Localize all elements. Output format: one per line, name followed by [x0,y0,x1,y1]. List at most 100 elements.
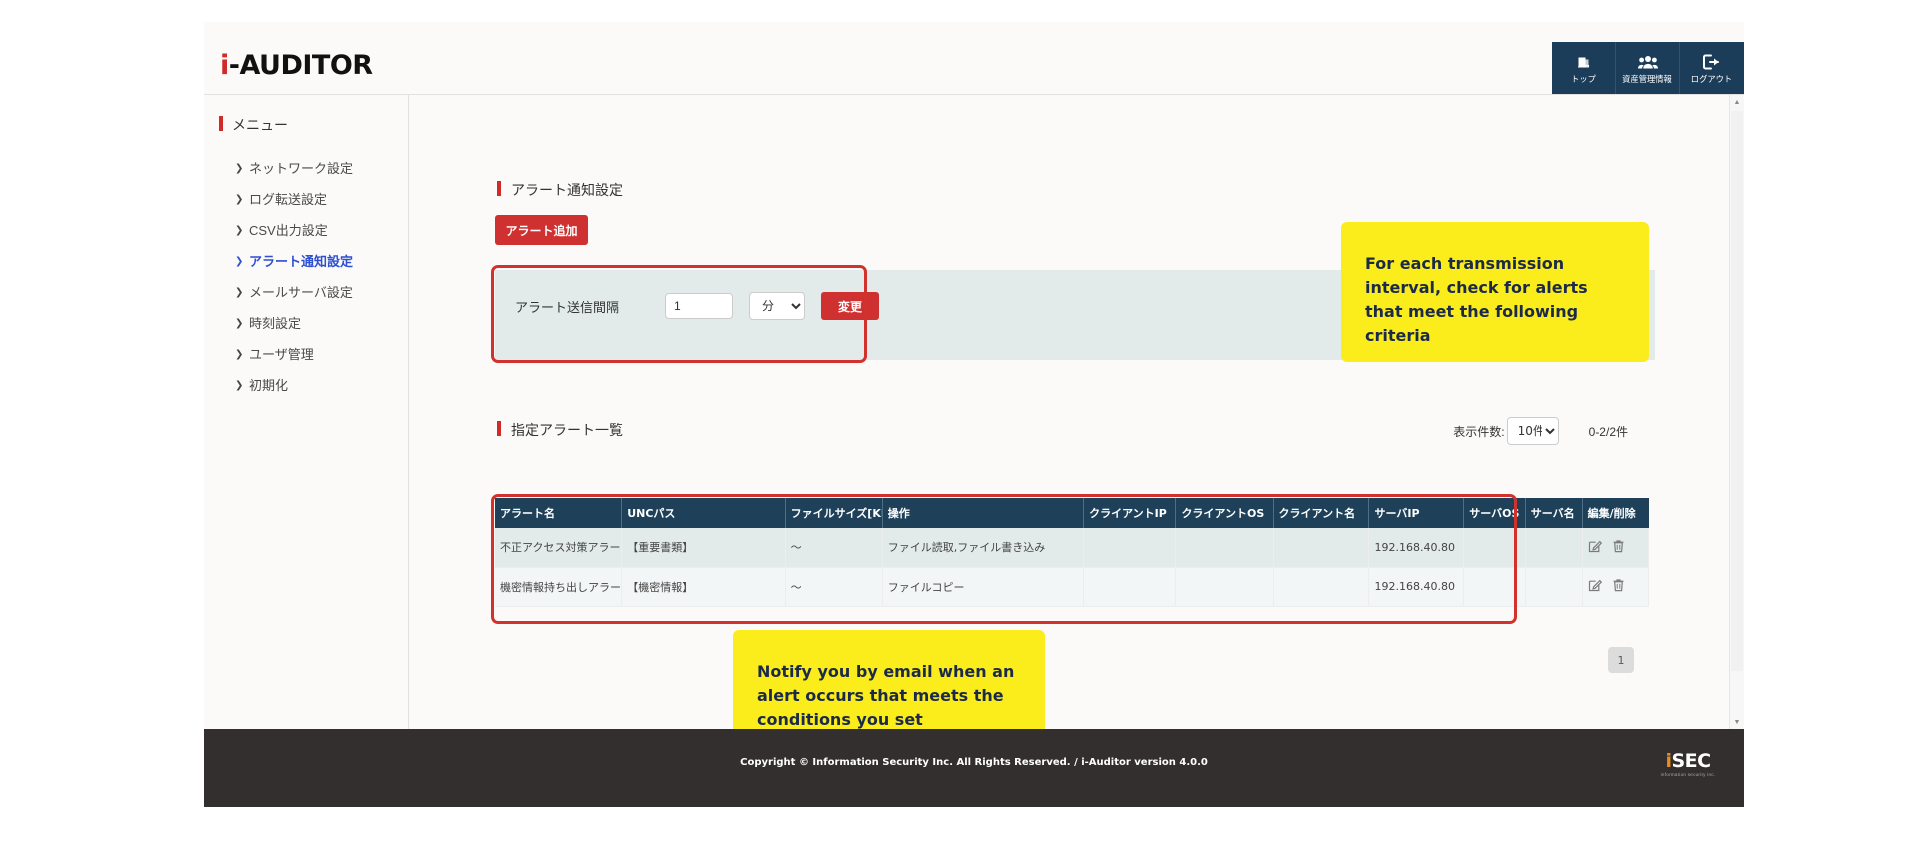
change-interval-button[interactable]: 変更 [821,292,879,320]
vertical-scrollbar[interactable]: ▲ ▼ [1729,95,1744,729]
chevron-right-icon: ❯ [235,277,243,308]
cell-actions [1582,567,1648,606]
sidebar-item-label: CSV出力設定 [249,223,328,238]
scrollbar-thumb[interactable] [1731,111,1743,671]
chevron-right-icon: ❯ [235,308,243,339]
alert-interval-row: アラート送信間隔 分時間日 変更 [515,292,879,320]
col-client-os[interactable]: クライアントOS [1176,498,1273,528]
app-footer: Copyright © Information Security Inc. Al… [204,729,1744,807]
nav-item-logout-label: ログアウト [1691,74,1732,83]
col-server-os[interactable]: サーバOS [1464,498,1526,528]
scroll-up-icon[interactable]: ▲ [1730,95,1744,109]
alert-interval-label: アラート送信間隔 [515,297,665,316]
table-header-row: アラート名 UNCパス ファイルサイズ[KB] 操作 クライアントIP クライア… [495,498,1649,528]
chevron-right-icon: ❯ [235,153,243,184]
body-container: メニュー ❯ ネットワーク設定 ❯ ログ転送設定 ❯ CSV出力設定 ❯ アラー… [204,95,1744,729]
trash-icon[interactable] [1612,578,1625,595]
sidebar-item-label: ログ転送設定 [249,192,327,207]
copyright-text: Copyright © Information Security Inc. Al… [204,757,1744,768]
cell-client-os [1176,528,1273,567]
col-operation[interactable]: 操作 [882,498,1083,528]
edit-icon[interactable] [1588,539,1602,556]
sidebar-item-label: 初期化 [249,378,288,393]
cell-server-ip: 192.168.40.80 [1369,528,1464,567]
sidebar: メニュー ❯ ネットワーク設定 ❯ ログ転送設定 ❯ CSV出力設定 ❯ アラー… [204,95,409,729]
sidebar-item-label: 時刻設定 [249,316,301,331]
sidebar-item-initialize[interactable]: ❯ 初期化 [204,370,408,401]
col-unc-path[interactable]: UNCパス [622,498,785,528]
sidebar-item-csv-output[interactable]: ❯ CSV出力設定 [204,215,408,246]
sidebar-item-user-management[interactable]: ❯ ユーザ管理 [204,339,408,370]
isec-logo-main: iSEC [1652,751,1724,771]
cell-actions [1582,528,1648,567]
nav-item-asset-info[interactable]: 資産管理情報 [1616,42,1680,94]
nav-item-logout[interactable]: ログアウト [1680,42,1744,94]
sidebar-item-alert-notification[interactable]: ❯ アラート通知設定 [204,246,408,277]
logout-icon [1703,52,1721,72]
sidebar-item-time-settings[interactable]: ❯ 時刻設定 [204,308,408,339]
chevron-right-icon: ❯ [235,215,243,246]
sidebar-title: メニュー [204,115,408,135]
isec-logo-sub: information security inc. [1652,771,1724,778]
cell-client-name [1273,567,1369,606]
logo-text: -AUDITOR [229,50,373,81]
col-server-name[interactable]: サーバ名 [1525,498,1582,528]
cell-alert-name: 機密情報持ち出しアラート [495,567,622,606]
sidebar-item-label: メールサーバ設定 [249,285,353,300]
application-window: i-AUDITOR トップ 資産管理情報 ログアウト [204,22,1744,806]
col-edit-delete[interactable]: 編集/削除 [1582,498,1648,528]
col-server-ip[interactable]: サーバIP [1369,498,1464,528]
sidebar-item-label: アラート通知設定 [249,254,353,269]
annotation-callout-interval: For each transmission interval, check fo… [1341,222,1649,362]
isec-logo-text: SEC [1671,750,1710,772]
cell-file-size: ～ [785,528,882,567]
page-button-1[interactable]: 1 [1608,647,1634,673]
isec-logo: iSEC information security inc. [1652,751,1724,778]
sidebar-item-label: ユーザ管理 [249,347,314,362]
edit-icon[interactable] [1588,578,1602,595]
add-alert-button[interactable]: アラート追加 [495,215,588,245]
chevron-right-icon: ❯ [235,184,243,215]
alert-list-title: 指定アラート一覧 [495,420,623,440]
cell-operation: ファイル読取,ファイル書き込み [882,528,1083,567]
scroll-down-icon[interactable]: ▼ [1730,715,1744,729]
app-header: i-AUDITOR トップ 資産管理情報 ログアウト [204,22,1744,95]
sidebar-item-network[interactable]: ❯ ネットワーク設定 [204,153,408,184]
chevron-right-icon: ❯ [235,370,243,401]
table-row: 不正アクセス対策アラート 【重要書類】 ～ ファイル読取,ファイル書き込み 19… [495,528,1649,567]
per-page-label: 表示件数: [1453,423,1504,440]
record-count-label: 0-2/2件 [1589,423,1628,440]
cell-server-os [1464,567,1526,606]
cell-client-ip [1084,528,1176,567]
col-alert-name[interactable]: アラート名 [495,498,622,528]
alert-interval-unit-select[interactable]: 分時間日 [749,292,805,320]
nav-item-asset-info-label: 資産管理情報 [1623,74,1673,83]
chevron-right-icon: ❯ [235,246,243,277]
cell-server-os [1464,528,1526,567]
cell-server-ip: 192.168.40.80 [1369,567,1464,606]
page-icon [1575,52,1592,72]
cell-file-size: ～ [785,567,882,606]
cell-unc-path: 【機密情報】 [622,567,785,606]
table-row: 機密情報持ち出しアラート 【機密情報】 ～ ファイルコピー 192.168.40… [495,567,1649,606]
col-file-size[interactable]: ファイルサイズ[KB] [785,498,882,528]
col-client-ip[interactable]: クライアントIP [1084,498,1176,528]
nav-item-top[interactable]: トップ [1552,42,1616,94]
main-content: アラート通知設定 アラート追加 アラート送信間隔 分時間日 変更 指定アラート一… [409,95,1744,729]
alert-interval-input[interactable] [665,293,733,319]
per-page-select[interactable]: 10件25件50件100件 [1507,417,1559,445]
page-title: アラート通知設定 [495,180,623,200]
logo-i-mark: i [220,50,229,81]
col-client-name[interactable]: クライアント名 [1273,498,1369,528]
cell-alert-name: 不正アクセス対策アラート [495,528,622,567]
trash-icon[interactable] [1612,539,1625,556]
sidebar-item-log-transfer[interactable]: ❯ ログ転送設定 [204,184,408,215]
cell-operation: ファイルコピー [882,567,1083,606]
cell-client-name [1273,528,1369,567]
cell-server-name [1525,567,1582,606]
cell-client-os [1176,567,1273,606]
sidebar-item-mail-server[interactable]: ❯ メールサーバ設定 [204,277,408,308]
cell-server-name [1525,528,1582,567]
sidebar-item-label: ネットワーク設定 [249,161,353,176]
cell-client-ip [1084,567,1176,606]
